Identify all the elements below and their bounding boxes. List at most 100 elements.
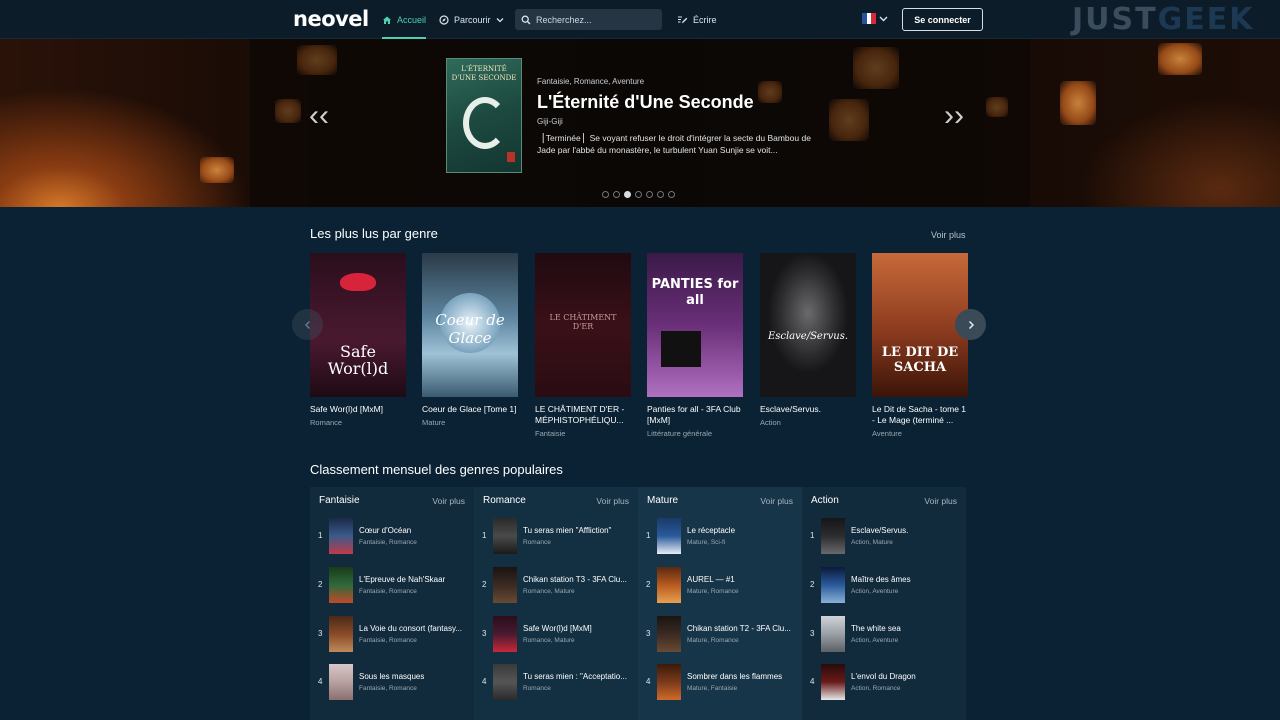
ranking-see-more-link[interactable]: Voir plus bbox=[924, 496, 957, 506]
carousel-next-button[interactable] bbox=[955, 309, 986, 340]
ranking-item[interactable]: 4 Sombrer dans les flammes Mature, Fantais… bbox=[646, 664, 798, 700]
rank-title[interactable]: Maître des âmes bbox=[851, 575, 963, 584]
book-title[interactable]: Safe Wor(l)d [MxM] bbox=[310, 404, 406, 415]
ranking-item[interactable]: 1 Tu seras mien "Affliction" Romance bbox=[482, 518, 634, 554]
book-card[interactable]: Safe Wor(l)d Safe Wor(l)d [MxM] Romance bbox=[310, 253, 406, 427]
ranking-item[interactable]: 1 Cœur d'Océan Fantaisie, Romance bbox=[318, 518, 470, 554]
ranking-item[interactable]: 4 Tu seras mien : "Acceptatio... Romance bbox=[482, 664, 634, 700]
rank-thumbnail[interactable] bbox=[821, 664, 845, 700]
carousel-dot[interactable] bbox=[668, 191, 675, 198]
rank-thumbnail[interactable] bbox=[329, 664, 353, 700]
ranking-item[interactable]: 3 Safe Wor(l)d [MxM] Romance, Mature bbox=[482, 616, 634, 652]
ranking-item[interactable]: 1 Esclave/Servus. Action, Mature bbox=[810, 518, 962, 554]
book-title[interactable]: Panties for all - 3FA Club [MxM] bbox=[647, 404, 743, 426]
ranking-item[interactable]: 3 La Voie du consort (fantasy... Fantaisie… bbox=[318, 616, 470, 652]
rank-thumbnail[interactable] bbox=[657, 664, 681, 700]
hero-book-cover[interactable]: L'ÉTERNITÉ D'UNE SECONDE bbox=[446, 58, 522, 173]
hero-genres: Fantaisie, Romance, Aventure bbox=[537, 77, 645, 86]
carousel-dot[interactable] bbox=[635, 191, 642, 198]
popular-see-more-link[interactable]: Voir plus bbox=[931, 230, 966, 240]
ranking-item[interactable]: 3 Chikan station T2 - 3FA Clu... Mature, R… bbox=[646, 616, 798, 652]
rank-title[interactable]: AUREL — #1 bbox=[687, 575, 799, 584]
rank-title[interactable]: Chikan station T3 - 3FA Clu... bbox=[523, 575, 635, 584]
search-box[interactable] bbox=[515, 9, 662, 30]
mask-illustration bbox=[340, 273, 376, 291]
rank-thumbnail[interactable] bbox=[493, 664, 517, 700]
ranking-item[interactable]: 2 Maître des âmes Action, Aventure bbox=[810, 567, 962, 603]
ranking-item[interactable]: 4 Sous les masques Fantaisie, Romance bbox=[318, 664, 470, 700]
book-genre: Romance bbox=[310, 418, 343, 427]
carousel-dot[interactable] bbox=[602, 191, 609, 198]
hero-next-button[interactable]: ›› bbox=[944, 101, 964, 131]
book-cover[interactable]: PANTIES for all bbox=[647, 253, 743, 397]
rank-title[interactable]: Tu seras mien : "Acceptatio... bbox=[523, 672, 635, 681]
rank-thumbnail[interactable] bbox=[657, 567, 681, 603]
rank-title[interactable]: La Voie du consort (fantasy... bbox=[359, 624, 471, 633]
ranking-see-more-link[interactable]: Voir plus bbox=[760, 496, 793, 506]
search-input[interactable] bbox=[536, 14, 656, 25]
rank-thumbnail[interactable] bbox=[821, 616, 845, 652]
ranking-item[interactable]: 3 The white sea Action, Aventure bbox=[810, 616, 962, 652]
rank-title[interactable]: L'Epreuve de Nah'Skaar bbox=[359, 575, 471, 584]
site-logo[interactable]: neovel bbox=[293, 7, 369, 31]
book-card[interactable]: Coeur de Glace Coeur de Glace [Tome 1] M… bbox=[422, 253, 518, 427]
rank-title[interactable]: Sous les masques bbox=[359, 672, 471, 681]
carousel-dot[interactable] bbox=[646, 191, 653, 198]
book-card[interactable]: LE DIT DE SACHA Le Dit de Sacha - tome 1… bbox=[872, 253, 968, 438]
ranking-item[interactable]: 4 L'envol du Dragon Action, Romance bbox=[810, 664, 962, 700]
rank-thumbnail[interactable] bbox=[493, 518, 517, 554]
ranking-item[interactable]: 2 Chikan station T3 - 3FA Clu... Romance, … bbox=[482, 567, 634, 603]
carousel-dot[interactable] bbox=[657, 191, 664, 198]
rank-thumbnail[interactable] bbox=[329, 518, 353, 554]
book-cover[interactable]: Esclave/Servus. bbox=[760, 253, 856, 397]
chevron-right-icon bbox=[968, 320, 974, 329]
rank-thumbnail[interactable] bbox=[493, 567, 517, 603]
book-cover[interactable]: Coeur de Glace bbox=[422, 253, 518, 397]
french-flag-icon[interactable] bbox=[862, 13, 877, 24]
book-cover[interactable]: LE CHÂTIMENT D'ER bbox=[535, 253, 631, 397]
carousel-dot-active[interactable] bbox=[624, 191, 631, 198]
book-card[interactable]: LE CHÂTIMENT D'ER LE CHÂTIMENT D'ER - MÉ… bbox=[535, 253, 631, 438]
ranking-item[interactable]: 1 Le réceptacle Mature, Sci-fi bbox=[646, 518, 798, 554]
language-chevron-icon[interactable] bbox=[879, 12, 888, 26]
rank-title[interactable]: Le réceptacle bbox=[687, 526, 799, 535]
rank-thumbnail[interactable] bbox=[821, 567, 845, 603]
rank-thumbnail[interactable] bbox=[329, 616, 353, 652]
carousel-prev-button[interactable] bbox=[292, 309, 323, 340]
hero-author[interactable]: Giji-Giji bbox=[537, 117, 563, 126]
rank-thumbnail[interactable] bbox=[821, 518, 845, 554]
book-title[interactable]: Esclave/Servus. bbox=[760, 404, 856, 415]
ranking-column-romance: Romance Voir plus 1 Tu seras mien "Afflic… bbox=[474, 487, 638, 720]
hero-title[interactable]: L'Éternité d'Une Seconde bbox=[537, 92, 754, 113]
book-card[interactable]: PANTIES for all Panties for all - 3FA Cl… bbox=[647, 253, 743, 438]
rank-thumbnail[interactable] bbox=[657, 518, 681, 554]
login-button[interactable]: Se connecter bbox=[902, 8, 983, 31]
rank-title[interactable]: Cœur d'Océan bbox=[359, 526, 471, 535]
nav-browse-dropdown[interactable]: Parcourir bbox=[439, 0, 504, 39]
nav-home[interactable]: Accueil bbox=[382, 0, 427, 39]
book-title[interactable]: Coeur de Glace [Tome 1] bbox=[422, 404, 518, 415]
rank-title[interactable]: Sombrer dans les flammes bbox=[687, 672, 799, 681]
book-cover-text: PANTIES for all bbox=[651, 277, 739, 308]
rank-thumbnail[interactable] bbox=[657, 616, 681, 652]
rank-title[interactable]: Safe Wor(l)d [MxM] bbox=[523, 624, 635, 633]
carousel-dot[interactable] bbox=[613, 191, 620, 198]
ranking-see-more-link[interactable]: Voir plus bbox=[596, 496, 629, 506]
ranking-item[interactable]: 2 AUREL — #1 Mature, Romance bbox=[646, 567, 798, 603]
rank-title[interactable]: Tu seras mien "Affliction" bbox=[523, 526, 635, 535]
rank-title[interactable]: The white sea bbox=[851, 624, 963, 633]
rank-thumbnail[interactable] bbox=[329, 567, 353, 603]
rank-thumbnail[interactable] bbox=[493, 616, 517, 652]
book-cover[interactable]: LE DIT DE SACHA bbox=[872, 253, 968, 397]
book-title[interactable]: LE CHÂTIMENT D'ER - MÉPHISTOPHÉLIQU... bbox=[535, 404, 631, 426]
rank-title[interactable]: Esclave/Servus. bbox=[851, 526, 963, 535]
hero-prev-button[interactable]: ‹‹ bbox=[309, 101, 329, 131]
nav-write[interactable]: Écrire bbox=[677, 0, 717, 39]
rank-title[interactable]: Chikan station T2 - 3FA Clu... bbox=[687, 624, 799, 633]
book-card[interactable]: Esclave/Servus. Esclave/Servus. Action bbox=[760, 253, 856, 427]
book-title[interactable]: Le Dit de Sacha - tome 1 - Le Mage (term… bbox=[872, 404, 968, 426]
ranking-item[interactable]: 2 L'Epreuve de Nah'Skaar Fantaisie, Romanc… bbox=[318, 567, 470, 603]
rank-title[interactable]: L'envol du Dragon bbox=[851, 672, 963, 681]
ranking-see-more-link[interactable]: Voir plus bbox=[432, 496, 465, 506]
book-cover[interactable]: Safe Wor(l)d bbox=[310, 253, 406, 397]
